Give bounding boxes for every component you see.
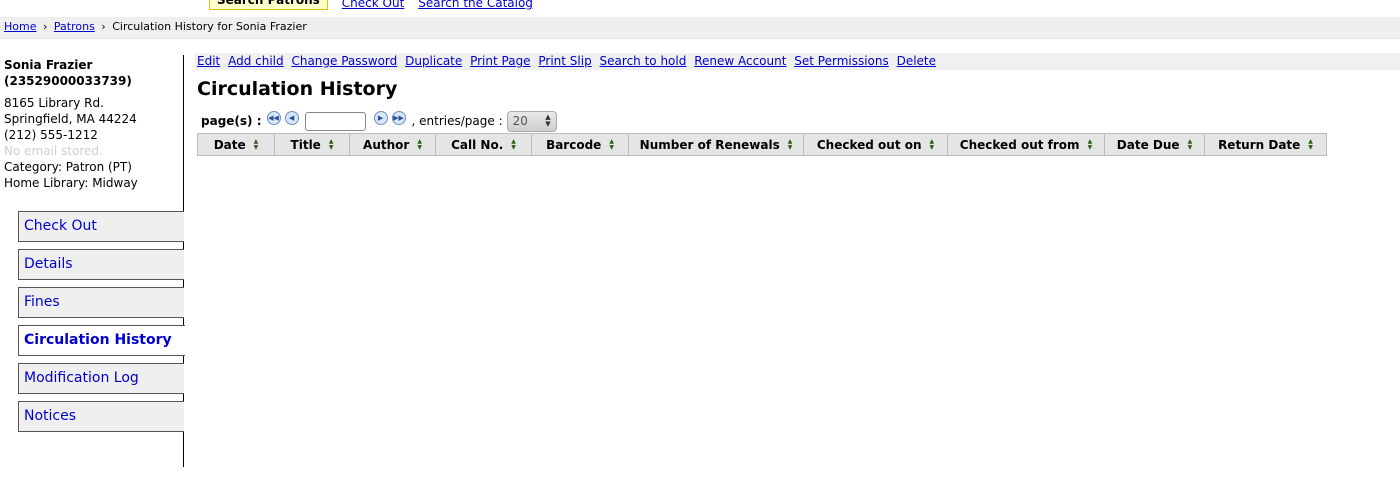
- breadcrumb-home-link[interactable]: Home: [4, 20, 36, 33]
- tab-search-patrons[interactable]: Search Patrons: [209, 0, 328, 10]
- column-header-return-date[interactable]: Return Date ▲ ▼: [1204, 133, 1327, 156]
- sort-arrows-icon: ▲ ▼: [1087, 138, 1093, 151]
- nav-item-notices[interactable]: Notices: [18, 401, 184, 432]
- patron-info: 8165 Library Rd. Springfield, MA 44224 (…: [0, 89, 183, 191]
- column-header-checked-out-from[interactable]: Checked out from ▲ ▼: [947, 133, 1105, 156]
- patron-address-line2: Springfield, MA 44224: [4, 112, 137, 126]
- column-header-number-of-renewals[interactable]: Number of Renewals ▲ ▼: [628, 133, 804, 156]
- sort-arrows-icon: ▲ ▼: [328, 138, 334, 151]
- column-header-barcode[interactable]: Barcode ▲ ▼: [531, 133, 629, 156]
- tab-search-catalog[interactable]: Search the Catalog: [418, 0, 533, 10]
- sort-arrows-icon: ▲ ▼: [1187, 138, 1193, 151]
- chevron-updown-icon: ▲ ▼: [545, 112, 551, 128]
- duplicate-link[interactable]: Duplicate: [405, 54, 462, 68]
- pager: page(s) : ◀◀ ◀ ▶ ▶▶ , entries/page : 20 …: [201, 110, 557, 132]
- breadcrumb: Home › Patrons › Circulation History for…: [0, 17, 1400, 39]
- nav-item-check-out[interactable]: Check Out: [18, 211, 184, 242]
- sort-arrows-icon: ▲ ▼: [253, 138, 259, 151]
- patron-name: Sonia Frazier: [4, 58, 93, 72]
- last-page-icon[interactable]: ▶▶: [391, 111, 406, 125]
- entries-per-page-value: 20: [512, 113, 528, 128]
- page-number-input[interactable]: [304, 111, 366, 131]
- add-child-link[interactable]: Add child: [228, 54, 284, 68]
- delete-link[interactable]: Delete: [897, 54, 936, 68]
- sort-arrows-icon: ▲ ▼: [417, 138, 422, 151]
- sort-arrows-icon: ▲ ▼: [1308, 138, 1313, 151]
- header-tabs: Search Patrons Check Out Search the Cata…: [209, 0, 547, 10]
- patron-sidebar: Sonia Frazier (23529000033739) 8165 Libr…: [0, 55, 185, 467]
- breadcrumb-separator: ›: [101, 20, 106, 33]
- first-page-icon[interactable]: ◀◀: [266, 111, 281, 125]
- breadcrumb-separator: ›: [42, 20, 48, 33]
- column-header-checked-out-on[interactable]: Checked out on ▲ ▼: [803, 133, 948, 156]
- sort-arrows-icon: ▲ ▼: [787, 138, 793, 151]
- previous-page-icon[interactable]: ◀: [284, 111, 299, 125]
- change-password-link[interactable]: Change Password: [291, 54, 397, 68]
- nav-item-fines[interactable]: Fines: [18, 287, 184, 318]
- sort-arrows-icon: ▲ ▼: [511, 138, 516, 151]
- entries-per-page-label: , entries/page :: [411, 114, 503, 128]
- column-header-date[interactable]: Date ▲ ▼: [197, 133, 275, 156]
- breadcrumb-current: Circulation History for Sonia Frazier: [112, 20, 307, 33]
- page-title: Circulation History: [197, 78, 398, 100]
- patron-email: No email stored.: [4, 144, 103, 158]
- patron-address-line1: 8165 Library Rd.: [4, 96, 104, 110]
- nav-item-modification-log[interactable]: Modification Log: [18, 363, 184, 394]
- patron-toolbar: Edit Add child Change Password Duplicate…: [195, 53, 1400, 70]
- nav-item-details[interactable]: Details: [18, 249, 184, 280]
- patron-cardnumber: (23529000033739): [4, 74, 132, 88]
- print-page-link[interactable]: Print Page: [470, 54, 530, 68]
- circulation-history-table: Date ▲ ▼ Title ▲ ▼ Author ▲ ▼ Call No. ▲ ▼ Barco…: [197, 133, 1327, 156]
- column-header-call-no[interactable]: Call No. ▲ ▼: [435, 133, 532, 156]
- edit-link[interactable]: Edit: [197, 54, 220, 68]
- patron-phone: (212) 555-1212: [4, 128, 98, 142]
- column-header-title[interactable]: Title ▲ ▼: [274, 133, 350, 156]
- table-header-row: Date ▲ ▼ Title ▲ ▼ Author ▲ ▼ Call No. ▲ ▼ Barco…: [197, 133, 1327, 156]
- next-page-icon[interactable]: ▶: [373, 111, 388, 125]
- patron-name-block: Sonia Frazier (23529000033739): [0, 55, 183, 89]
- search-to-hold-link[interactable]: Search to hold: [600, 54, 687, 68]
- set-permissions-link[interactable]: Set Permissions: [794, 54, 889, 68]
- sort-arrows-icon: ▲ ▼: [609, 138, 614, 151]
- tab-check-out[interactable]: Check Out: [342, 0, 404, 10]
- patron-category: Category: Patron (PT): [4, 160, 132, 174]
- column-header-date-due[interactable]: Date Due ▲ ▼: [1104, 133, 1205, 156]
- print-slip-link[interactable]: Print Slip: [538, 54, 591, 68]
- entries-per-page-select[interactable]: 20 ▲ ▼: [506, 110, 557, 132]
- patron-home-library: Home Library: Midway: [4, 176, 138, 190]
- renew-account-link[interactable]: Renew Account: [694, 54, 786, 68]
- sort-arrows-icon: ▲ ▼: [929, 138, 935, 151]
- patron-nav: Check Out Details Fines Circulation Hist…: [18, 211, 185, 439]
- breadcrumb-patrons-link[interactable]: Patrons: [54, 20, 95, 33]
- nav-item-circulation-history[interactable]: Circulation History: [18, 325, 185, 356]
- pager-label: page(s) :: [201, 114, 262, 128]
- column-header-author[interactable]: Author ▲ ▼: [349, 133, 436, 156]
